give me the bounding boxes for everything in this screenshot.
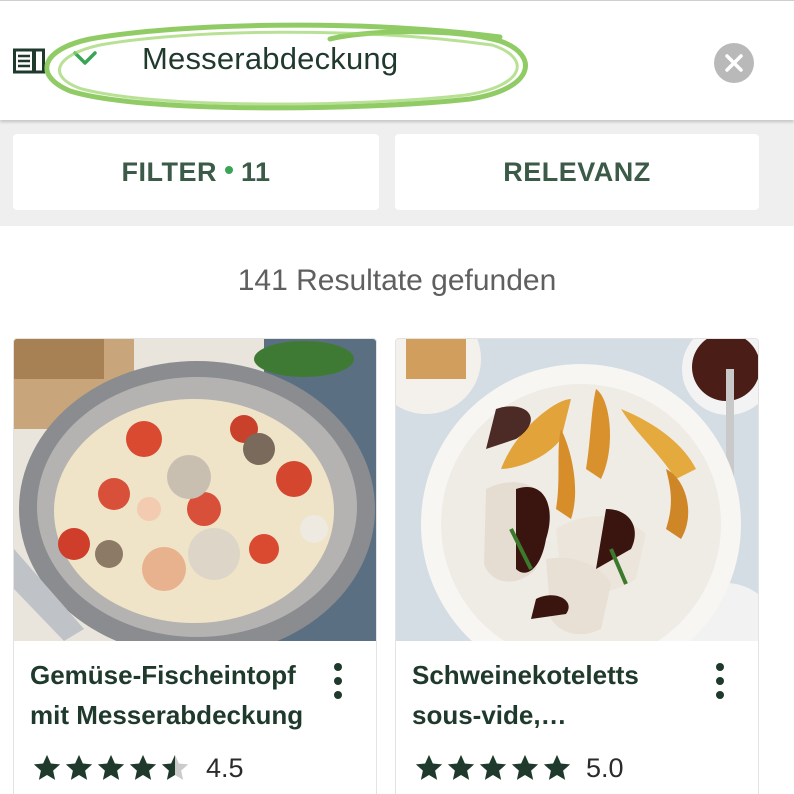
- search-bar: Messerabdeckung: [0, 0, 794, 120]
- star-icon: [129, 754, 157, 780]
- recipe-search-screen: Messerabdeckung FILTER 11 RELEVANZ 141 R…: [0, 0, 794, 794]
- pork-chops-photo: [396, 339, 758, 641]
- list-view-icon[interactable]: [13, 48, 45, 74]
- results-count: 141 Resultate gefunden: [237, 264, 557, 297]
- more-options-icon[interactable]: [326, 661, 350, 701]
- star-icon: [161, 754, 189, 780]
- star-icon: [65, 754, 93, 780]
- filter-button[interactable]: FILTER 11: [13, 134, 379, 210]
- sort-button[interactable]: RELEVANZ: [395, 134, 759, 210]
- filter-label: FILTER: [121, 156, 217, 187]
- star-icon: [33, 754, 61, 780]
- filter-count: 11: [240, 156, 271, 187]
- filter-dot: [224, 166, 233, 174]
- star-icon: [447, 754, 475, 780]
- recipe-card[interactable]: Gemüse-Fischeintopf mit Messerabdeckung …: [13, 338, 377, 794]
- rating-stars: [32, 753, 192, 783]
- search-input[interactable]: Messerabdeckung: [142, 41, 398, 77]
- fish-stew-photo: [14, 339, 376, 641]
- rating-value: 5.0: [586, 753, 624, 783]
- recipe-card[interactable]: Schweinekoteletts sous-vide,… 5.0: [395, 338, 759, 794]
- star-icon: [97, 754, 125, 780]
- clear-icon: [725, 54, 743, 72]
- more-options-icon[interactable]: [708, 661, 732, 701]
- clear-search-button[interactable]: [714, 43, 754, 83]
- recipe-title-line: sous-vide,…: [412, 700, 567, 730]
- rating-value: 4.5: [206, 753, 244, 783]
- recipe-title[interactable]: Gemüse-Fischeintopf mit Messerabdeckung: [30, 655, 320, 735]
- recipe-title-line: mit Messerabdeckung: [30, 700, 304, 730]
- chevron-down-icon[interactable]: [72, 49, 98, 69]
- recipe-title-line: Schweinekoteletts: [412, 660, 639, 690]
- rating-stars: [414, 753, 574, 783]
- recipe-title[interactable]: Schweinekoteletts sous-vide,…: [412, 655, 702, 735]
- star-icon: [511, 754, 539, 780]
- recipe-title-line: Gemüse-Fischeintopf: [30, 660, 296, 690]
- results-area: 141 Resultate gefunden Gemüse-Fischeinto…: [0, 226, 794, 794]
- star-icon: [415, 754, 443, 780]
- star-icon: [543, 754, 571, 780]
- star-icon: [479, 754, 507, 780]
